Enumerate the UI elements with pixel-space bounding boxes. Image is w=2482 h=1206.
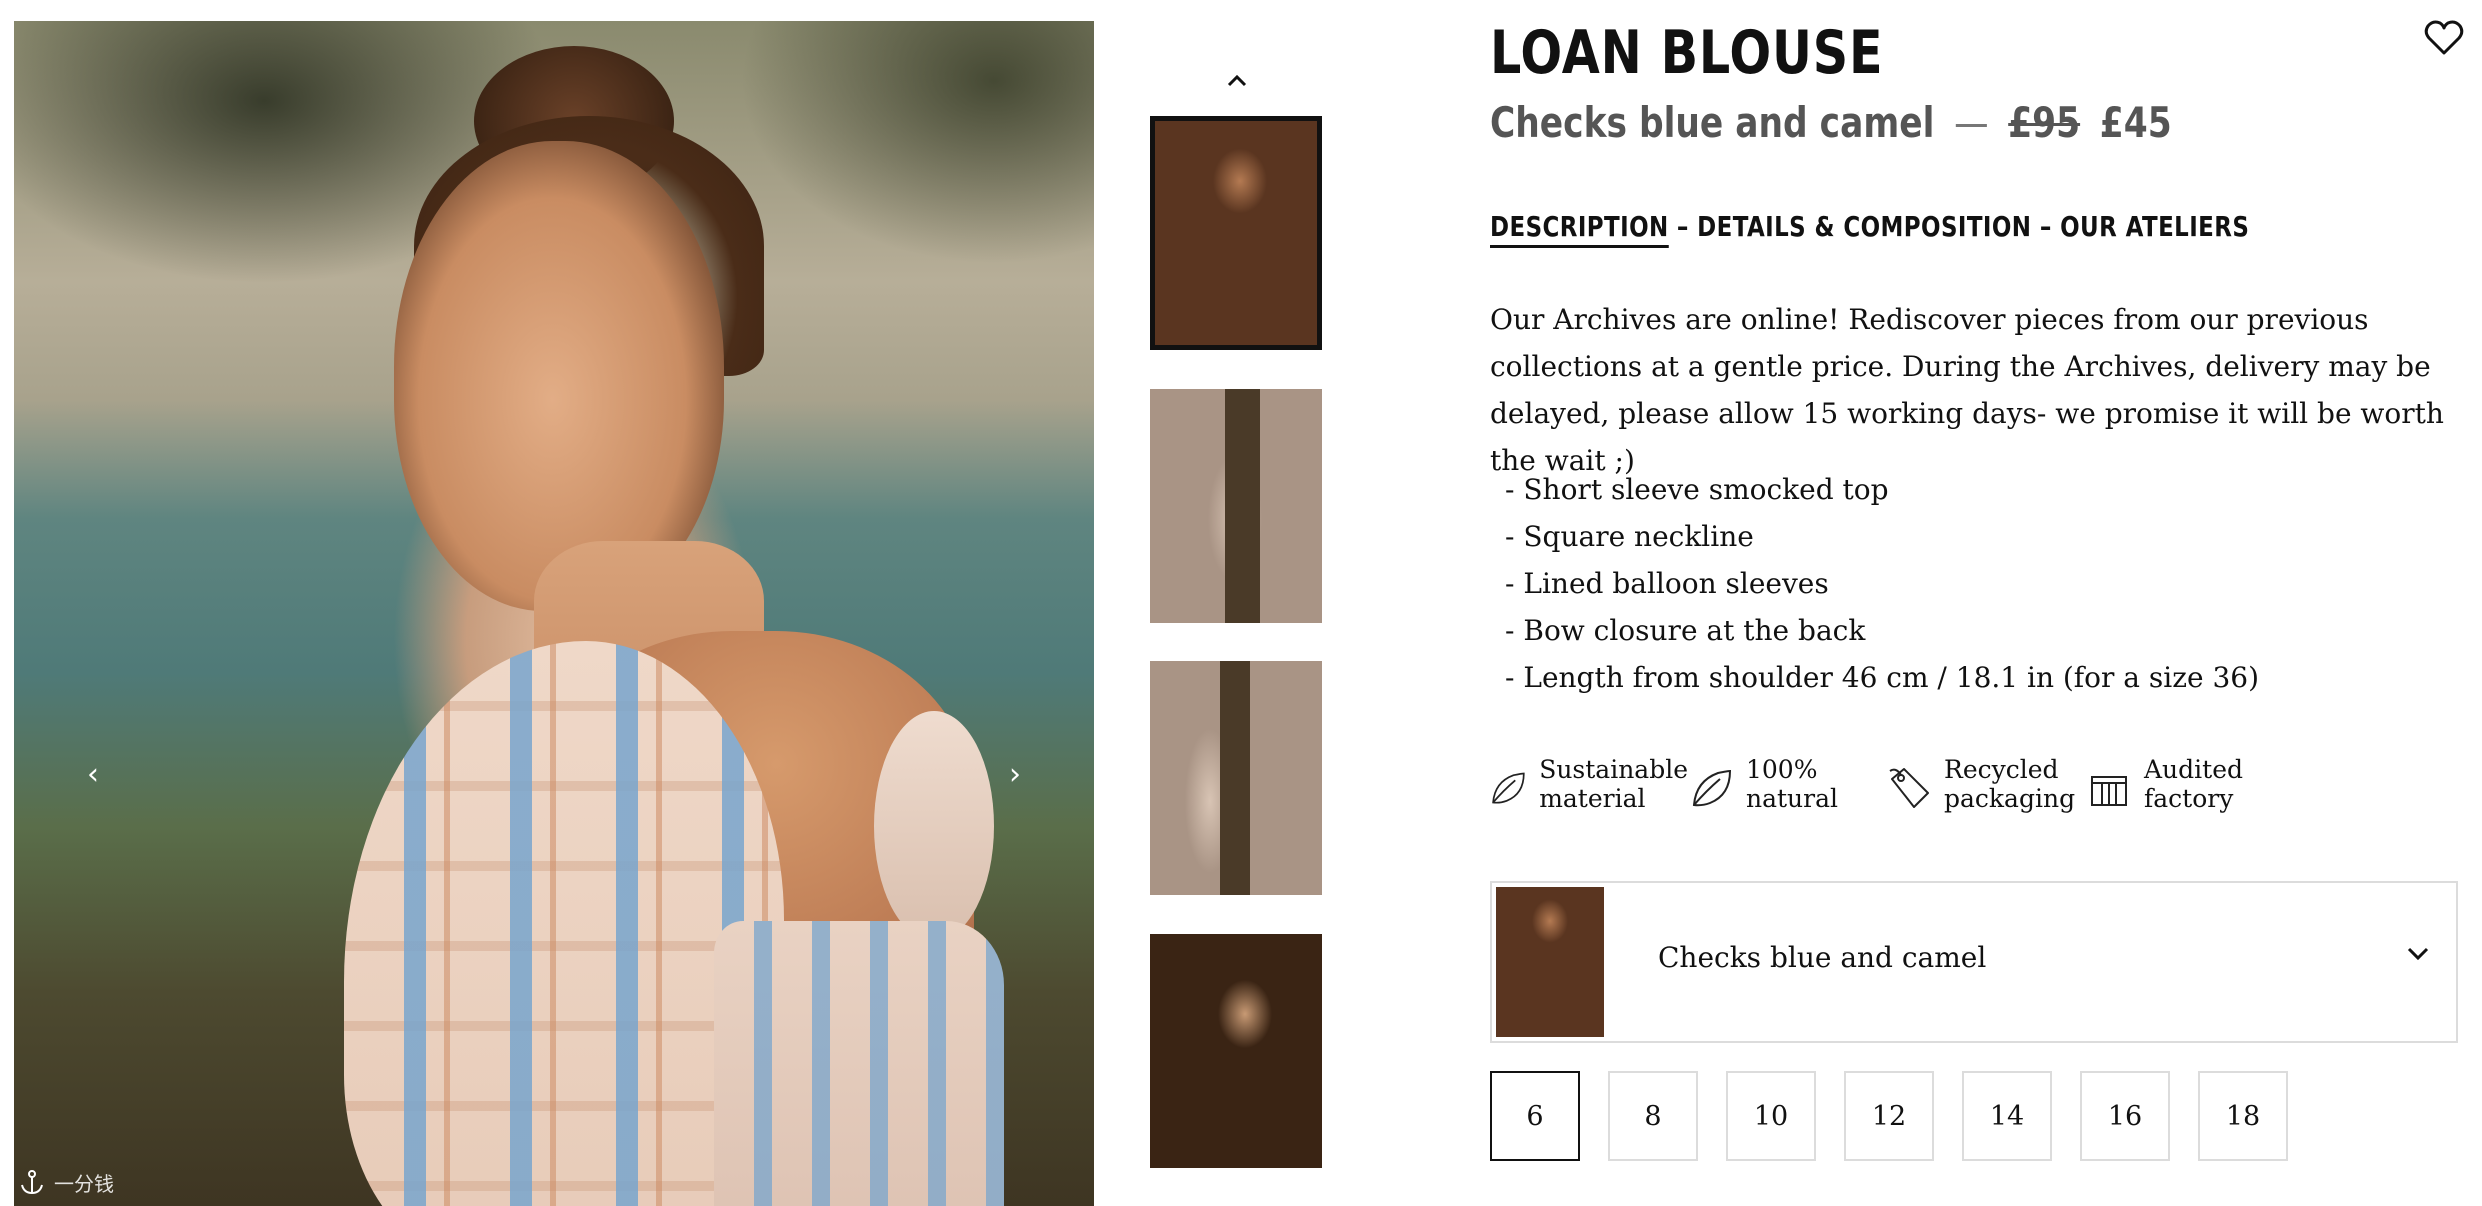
sustainability-badges: Sustainable material 100% natural Recycled… [1488,755,2246,813]
badge-line: factory [2144,784,2234,813]
feature-item: - Short sleeve smocked top [1505,473,1889,506]
blouse-bodice [714,921,1004,1206]
badge-recycled-packaging: Recycled packaging [1886,755,2086,813]
sale-price: £45 [2099,98,2172,147]
size-option[interactable]: 12 [1844,1071,1934,1161]
badge-line: Sustainable [1539,755,1688,784]
thumbnail-3[interactable] [1150,661,1322,895]
watermark: 一分钱 [18,1168,114,1197]
size-selector: 6 8 10 12 14 16 18 [1490,1071,2288,1161]
color-dropdown-value: Checks blue and camel [1658,941,1987,974]
badge-natural: 100% natural [1688,755,1886,813]
tab-details-and-ateliers[interactable]: – DETAILS & COMPOSITION – OUR ATELIERS [1677,210,2249,248]
blouse-right-sleeve [874,711,994,941]
size-option[interactable]: 6 [1490,1071,1580,1161]
leaf-icon [1492,772,1525,804]
badge-line: Recycled [1944,755,2059,784]
original-price: £95 [2008,98,2081,147]
previous-image-arrow-icon[interactable]: ‹ [78,760,108,790]
watermark-text: 一分钱 [54,1172,114,1196]
thumbnails-up-chevron-icon[interactable] [1222,66,1252,96]
feature-item: - Square neckline [1505,520,1754,553]
feature-list: - Short sleeve smocked top - Square neck… [1505,466,2259,701]
badge-line: 100% [1746,755,1818,784]
size-option[interactable]: 14 [1962,1071,2052,1161]
anchor-icon [21,1169,43,1194]
next-image-arrow-icon[interactable]: › [1000,760,1030,790]
badge-line: natural [1746,784,1839,813]
feature-item: - Length from shoulder 46 cm / 18.1 in (… [1505,661,2260,694]
color-dropdown[interactable]: Checks blue and camel [1490,881,2458,1043]
factory-icon [2091,776,2127,806]
badge-line: Audited [2144,755,2243,784]
product-title: LOAN BLOUSE [1490,18,1884,88]
badge-line: material [1539,784,1646,813]
info-tabs: DESCRIPTION – DETAILS & COMPOSITION – OU… [1490,210,2249,248]
feature-item: - Lined balloon sleeves [1505,567,1829,600]
badge-audited-factory: Audited factory [2086,755,2246,813]
leaf-icon [1692,769,1732,807]
thumbnail-1[interactable] [1150,116,1322,350]
wishlist-heart-icon[interactable] [2424,20,2464,56]
badge-sustainable-material: Sustainable material [1488,755,1688,813]
main-product-image[interactable] [14,21,1094,1206]
product-subtitle: Checks blue and camel — £95 £45 [1490,98,2172,147]
product-description: Our Archives are online! Rediscover piec… [1490,303,2444,477]
price-separator: — [1954,98,1989,147]
badge-line: packaging [1944,784,2076,813]
chevron-down-icon [2407,947,2429,961]
size-option[interactable]: 10 [1726,1071,1816,1161]
thumbnail-4[interactable] [1150,934,1322,1168]
tab-description[interactable]: DESCRIPTION [1490,210,1669,248]
size-option[interactable]: 16 [2080,1071,2170,1161]
tag-icon [1889,768,1929,808]
color-swatch-thumbnail [1496,887,1604,1037]
size-option[interactable]: 8 [1608,1071,1698,1161]
thumbnail-2[interactable] [1150,389,1322,623]
size-option[interactable]: 18 [2198,1071,2288,1161]
product-color-name: Checks blue and camel [1490,98,1935,147]
feature-item: - Bow closure at the back [1505,614,1866,647]
